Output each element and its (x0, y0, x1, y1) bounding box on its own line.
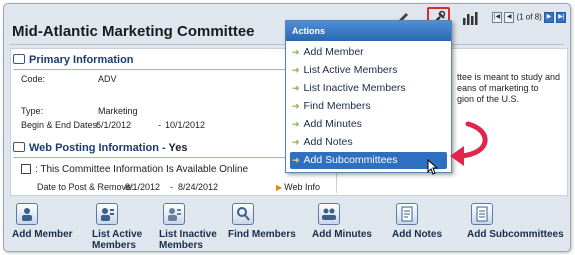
toolbar-find-members[interactable]: Find Members (228, 203, 296, 240)
post-begin-date: 8/1/2012 (125, 182, 161, 192)
add-notes-icon (396, 203, 418, 225)
web-info-link[interactable]: ▶ Web Info (276, 182, 320, 192)
menu-item-add-minutes[interactable]: ➔ Add Minutes (292, 118, 362, 130)
primary-info-heading: Primary Information (13, 54, 134, 66)
post-end-date: 8/24/2012 (178, 182, 219, 192)
last-page-button[interactable]: ▶| (556, 12, 567, 23)
actions-menu: Actions ➔ Add Member ➔ List Active Members… (285, 20, 452, 173)
menu-item-add-member[interactable]: ➔ Add Member (292, 46, 364, 58)
toolbar-add-subcommittees[interactable]: Add Subcommittees (467, 203, 564, 240)
arrow-right-icon: ➔ (292, 137, 300, 147)
menu-item-list-active-members[interactable]: ➔ List Active Members (292, 64, 398, 76)
next-page-button[interactable]: ▶ (544, 12, 555, 23)
toolbar-add-member[interactable]: Add Member (12, 203, 73, 240)
type-label: Type: (21, 106, 44, 116)
code-label: Code: (21, 74, 46, 84)
list-active-icon (96, 203, 118, 225)
menu-item-add-notes[interactable]: ➔ Add Notes (292, 136, 353, 148)
section-icon (13, 142, 25, 153)
web-posting-heading: Web Posting Information - Yes (13, 142, 188, 154)
date-dash: - (158, 120, 161, 130)
committee-description: ttee is meant to study and eans of marke… (457, 72, 561, 104)
toolbar-list-inactive-members[interactable]: List Inactive Members (159, 203, 219, 251)
web-divider (13, 157, 313, 158)
post-remove-label: Date to Post & Remove: (37, 182, 134, 192)
section-icon (13, 54, 25, 65)
annotation-arrow-icon (450, 121, 488, 166)
menu-item-list-inactive-members[interactable]: ➔ List Inactive Members (292, 82, 406, 94)
pager: |◀ ◀ (1 of 8) ▶ ▶| (492, 12, 567, 23)
find-members-icon (232, 203, 254, 225)
begin-date: 6/1/2012 (96, 120, 132, 130)
first-page-button[interactable]: |◀ (492, 12, 502, 23)
add-minutes-icon (318, 203, 340, 225)
availability-line: : This Committee Information Is Availabl… (21, 164, 248, 175)
type-value: Marketing (98, 106, 138, 116)
add-member-icon (16, 203, 38, 225)
code-value: ADV (98, 74, 117, 84)
toolbar-add-minutes[interactable]: Add Minutes (312, 203, 372, 240)
arrow-right-icon: ➔ (292, 155, 300, 165)
page-title: Mid-Atlantic Marketing Committee (12, 23, 255, 40)
post-date-dash: - (170, 182, 173, 192)
arrow-icon: ▶ (276, 183, 283, 192)
arrow-right-icon: ➔ (292, 47, 300, 57)
toolbar-list-active-members[interactable]: List Active Members (92, 203, 152, 251)
pager-label: (1 of 8) (516, 12, 542, 22)
menu-item-add-subcommittees[interactable]: ➔ Add Subcommittees (290, 152, 447, 169)
bar-chart-icon[interactable] (462, 11, 478, 30)
mouse-cursor-icon (427, 159, 439, 175)
dates-label: Begin & End Dates: (21, 120, 100, 130)
arrow-right-icon: ➔ (292, 83, 300, 93)
prev-page-button[interactable]: ◀ (504, 12, 515, 23)
end-date: 10/1/2012 (165, 120, 206, 130)
monitor-icon (21, 164, 31, 175)
add-subcommittees-icon (471, 203, 493, 225)
list-inactive-icon (163, 203, 185, 225)
action-toolbar: Add Member List Active Members List Inac… (4, 199, 570, 251)
actions-menu-header: Actions (286, 21, 451, 41)
primary-divider (13, 69, 313, 70)
toolbar-add-notes[interactable]: Add Notes (392, 203, 442, 240)
arrow-right-icon: ➔ (292, 65, 300, 75)
menu-item-find-members[interactable]: ➔ Find Members (292, 100, 371, 112)
arrow-right-icon: ➔ (292, 101, 300, 111)
arrow-right-icon: ➔ (292, 119, 300, 129)
